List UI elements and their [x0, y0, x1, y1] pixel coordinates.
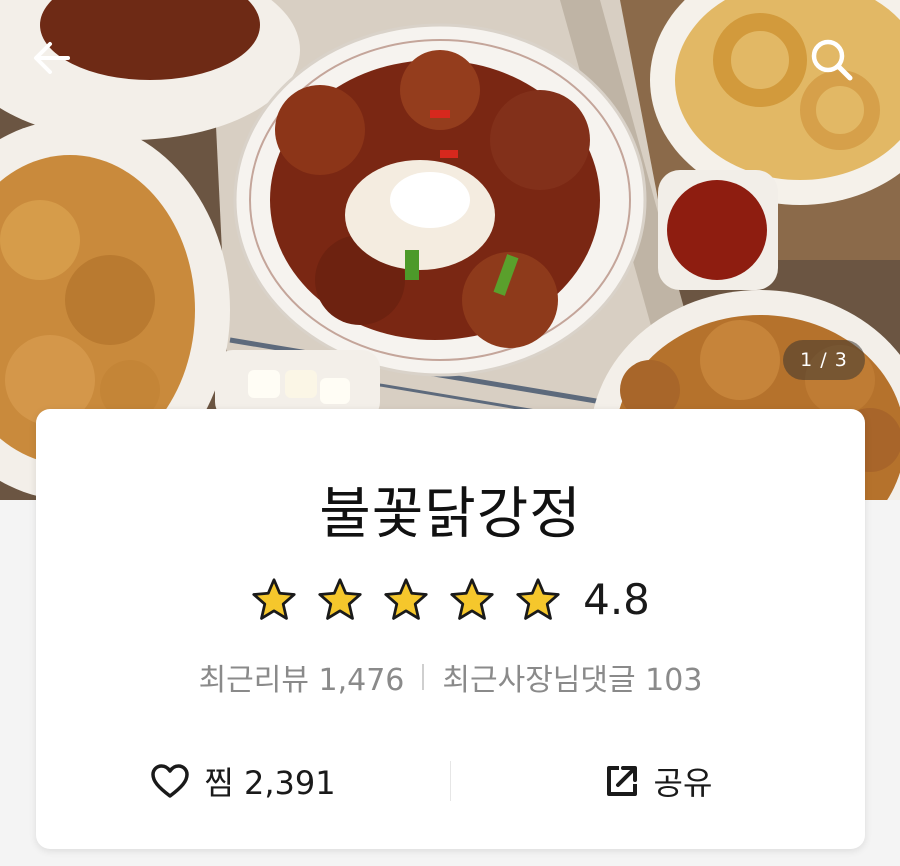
- arrow-left-icon: [34, 42, 70, 74]
- star-icon: [252, 577, 296, 620]
- store-info-card: 불꽃닭강정 4.8 최근리뷰 1,476 최근사장님댓글 103 찜 2,391…: [36, 409, 865, 849]
- star-icon: [516, 577, 560, 620]
- like-button[interactable]: 찜 2,391: [36, 749, 450, 813]
- rating-row: 4.8: [36, 575, 865, 624]
- owner-replies-link[interactable]: 최근사장님댓글 103: [442, 655, 702, 699]
- share-button[interactable]: 공유: [451, 749, 865, 813]
- star-icon: [384, 577, 428, 620]
- image-counter: 1 / 3: [783, 340, 865, 380]
- star-rating: [251, 577, 561, 623]
- search-icon: [811, 39, 853, 81]
- store-name: 불꽃닭강정: [319, 482, 582, 547]
- action-row: 찜 2,391 공유: [36, 749, 865, 813]
- stats-divider: [422, 664, 425, 690]
- like-count: 찜 2,391: [204, 764, 336, 802]
- review-stats: 최근리뷰 1,476 최근사장님댓글 103: [36, 655, 865, 699]
- share-label: 공유: [653, 764, 713, 802]
- back-button[interactable]: [30, 36, 94, 100]
- rating-value: 4.8: [583, 575, 650, 624]
- search-button[interactable]: [808, 36, 872, 100]
- recent-reviews-link[interactable]: 최근리뷰 1,476: [199, 655, 405, 699]
- heart-outline-icon: [150, 763, 190, 799]
- share-icon: [604, 763, 640, 799]
- star-icon: [318, 577, 362, 620]
- star-icon: [450, 577, 494, 620]
